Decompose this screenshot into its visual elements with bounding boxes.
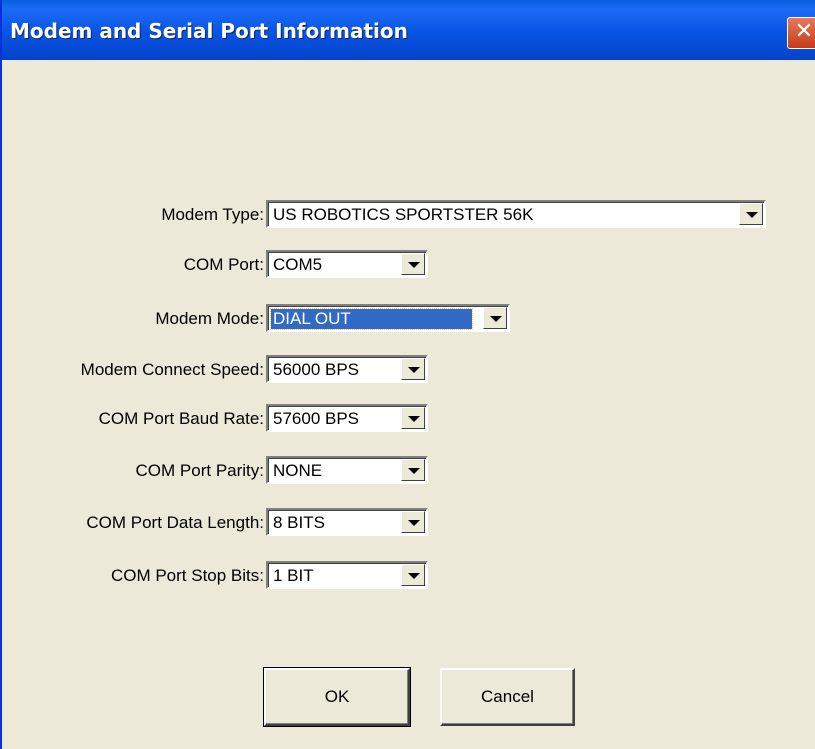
close-button[interactable]: ✕	[787, 17, 815, 49]
parity-dropdown[interactable]: NONE	[266, 456, 428, 484]
stop-bits-dropdown-arrow[interactable]	[401, 564, 425, 586]
modem-mode-label: Modem Mode:	[155, 309, 264, 328]
com-port-dropdown-arrow[interactable]	[401, 253, 425, 275]
parity-dropdown-arrow[interactable]	[401, 459, 425, 481]
baud-rate-dropdown-arrow[interactable]	[401, 407, 425, 429]
modem-mode-dropdown-arrow[interactable]	[483, 307, 507, 329]
chevron-down-icon	[408, 520, 420, 526]
parity-label: COM Port Parity:	[135, 461, 264, 480]
parity-value: NONE	[273, 461, 323, 480]
dialog-window: Modem and Serial Port Information ✕ Mode…	[0, 0, 815, 749]
baud-rate-label: COM Port Baud Rate:	[98, 409, 264, 428]
modem-mode-dropdown[interactable]: DIAL OUT	[266, 304, 510, 332]
stop-bits-label: COM Port Stop Bits:	[110, 566, 264, 585]
modem-mode-row: Modem Mode: DIAL OUT	[2, 304, 815, 336]
chevron-down-icon	[408, 262, 420, 268]
chevron-down-icon	[408, 573, 420, 579]
chevron-down-icon	[408, 416, 420, 422]
connect-speed-row: Modem Connect Speed: 56000 BPS	[2, 355, 815, 387]
chevron-down-icon	[408, 468, 420, 474]
data-length-row: COM Port Data Length: 8 BITS	[2, 508, 815, 540]
cancel-button[interactable]: Cancel	[440, 668, 575, 726]
baud-rate-row: COM Port Baud Rate: 57600 BPS	[2, 404, 815, 436]
close-icon: ✕	[794, 19, 814, 44]
data-length-label: COM Port Data Length:	[86, 513, 264, 532]
connect-speed-label: Modem Connect Speed:	[80, 360, 264, 379]
com-port-row: COM Port: COM5	[2, 250, 815, 282]
connect-speed-dropdown-arrow[interactable]	[401, 358, 425, 380]
modem-type-value: US ROBOTICS SPORTSTER 56K	[273, 205, 534, 224]
modem-type-label: Modem Type:	[161, 205, 264, 224]
baud-rate-value: 57600 BPS	[273, 409, 360, 428]
stop-bits-row: COM Port Stop Bits: 1 BIT	[2, 561, 815, 593]
data-length-dropdown-arrow[interactable]	[401, 511, 425, 533]
baud-rate-dropdown[interactable]: 57600 BPS	[266, 404, 428, 432]
com-port-value: COM5	[273, 255, 323, 274]
modem-mode-value: DIAL OUT	[270, 308, 473, 330]
connect-speed-value: 56000 BPS	[273, 360, 360, 379]
data-length-dropdown[interactable]: 8 BITS	[266, 508, 428, 536]
com-port-dropdown[interactable]: COM5	[266, 250, 428, 278]
chevron-down-icon	[746, 212, 758, 218]
modem-type-row: Modem Type: US ROBOTICS SPORTSTER 56K	[2, 200, 815, 232]
ok-button[interactable]: OK	[263, 667, 411, 727]
modem-type-dropdown[interactable]: US ROBOTICS SPORTSTER 56K	[266, 200, 766, 228]
stop-bits-dropdown[interactable]: 1 BIT	[266, 561, 428, 589]
parity-row: COM Port Parity: NONE	[2, 456, 815, 488]
modem-type-dropdown-arrow[interactable]	[739, 203, 763, 225]
chevron-down-icon	[408, 367, 420, 373]
connect-speed-dropdown[interactable]: 56000 BPS	[266, 355, 428, 383]
com-port-label: COM Port:	[183, 255, 264, 274]
window-title: Modem and Serial Port Information	[10, 19, 408, 43]
title-bar[interactable]: Modem and Serial Port Information ✕	[2, 0, 815, 60]
stop-bits-value: 1 BIT	[273, 566, 314, 585]
chevron-down-icon	[490, 316, 502, 322]
data-length-value: 8 BITS	[273, 513, 325, 532]
